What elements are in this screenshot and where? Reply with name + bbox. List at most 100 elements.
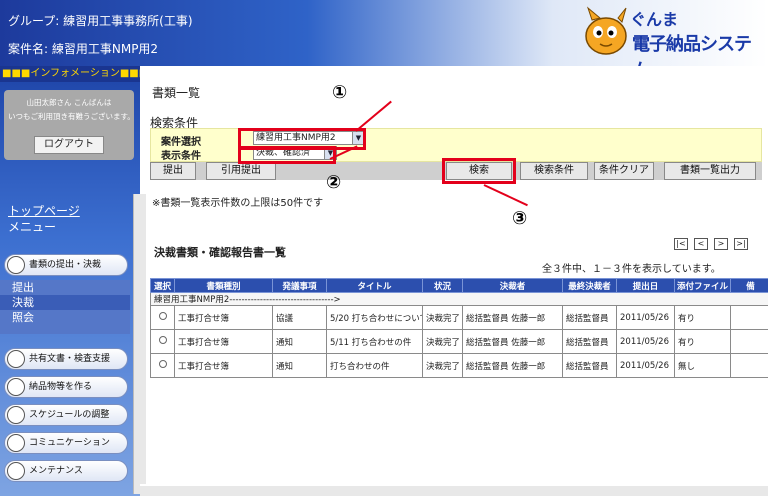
cell-status: 決裁完了 [422, 353, 463, 378]
cell-note [730, 329, 768, 354]
cell-date: 2011/05/26 [616, 305, 675, 330]
cell-type: 工事打合せ簿 [174, 305, 273, 330]
table-group-row: 練習用工事NMP用2------------------------------… [150, 292, 768, 306]
menu-document-submission[interactable]: 書類の提出・決裁 [4, 254, 128, 276]
column-header[interactable]: 備 [730, 278, 768, 293]
menu-maintenance[interactable]: メンテナンス [4, 460, 128, 482]
menu-schedule[interactable]: スケジュールの調整 [4, 404, 128, 426]
cell-status: 決裁完了 [422, 329, 463, 354]
cell-note [730, 353, 768, 378]
submenu-inquiry[interactable]: 照会 [0, 310, 130, 325]
cell-matter: 通知 [272, 329, 327, 354]
information-bar: ■■■インフォメーション■■■ [0, 66, 140, 82]
greeting-text: 山田太郎さん こんばんは いつもご利用頂き有難うございます。 [8, 96, 130, 124]
cell-approver: 総括監督員 佐藤一郎 [462, 305, 563, 330]
callout-line-3 [483, 184, 528, 207]
cell-attach: 有り [674, 329, 731, 354]
menu-communication[interactable]: コミュニケーション [4, 432, 128, 454]
column-header[interactable]: 発議事項 [272, 278, 327, 293]
menu-label: 共有文書・検査支援 [29, 354, 111, 364]
last-page-button[interactable]: >| [734, 238, 748, 250]
user-info-box: 山田太郎さん こんばんは いつもご利用頂き有難うございます。 ログアウト [4, 90, 134, 160]
logo-text-top: ぐんま [630, 10, 679, 29]
cell-status: 決裁完了 [422, 305, 463, 330]
list-title: 決裁書類・確認報告書一覧 [154, 246, 286, 259]
group-label: グループ: 練習用工事事務所(工事) [8, 14, 193, 28]
greeting-line-2: いつもご利用頂き有難うございます。 [8, 112, 130, 121]
search-conditions-button[interactable]: 検索条件 [520, 162, 588, 180]
title-text[interactable]: 打ち合わせの件 [330, 362, 390, 372]
column-header[interactable]: 提出日 [616, 278, 675, 293]
title-text[interactable]: 5/20 打ち合わせについて [330, 314, 422, 324]
cell-date: 2011/05/26 [616, 353, 675, 378]
menu-label: 納品物等を作る [29, 382, 93, 392]
cell-final: 総括監督員 [562, 353, 617, 378]
cell-attach: 有り [674, 305, 731, 330]
table-row[interactable]: 工事打合せ簿 通知 打ち合わせの件 決裁完了 総括監督員 佐藤一郎 総括監督員 … [150, 353, 768, 378]
prev-page-button[interactable]: < [694, 238, 708, 250]
column-header[interactable]: タイトル [326, 278, 423, 293]
column-header[interactable]: 最終決裁者 [562, 278, 617, 293]
mascot-icon [585, 6, 627, 55]
header-banner: グループ: 練習用工事事務所(工事) 案件名: 練習用工事NMP用2 ぐんま 電… [0, 0, 768, 81]
table-header-row: 選択 書類種別 発議事項 タイトル 状況 決裁者 最終決裁者 提出日 添付ファイ… [150, 278, 768, 293]
clear-conditions-button[interactable]: 条件クリア [594, 162, 654, 180]
cell-title[interactable]: 5/20 打ち合わせについて [326, 305, 423, 330]
system-logo: ぐんま 電子納品システム [580, 4, 766, 81]
cell-approver: 総括監督員 佐藤一郎 [462, 353, 563, 378]
table-row[interactable]: 工事打合せ簿 通知 5/11 打ち合わせの件 決裁完了 総括監督員 佐藤一郎 総… [150, 329, 768, 354]
title-text[interactable]: 5/11 打ち合わせの件 [330, 338, 411, 348]
submenu: 提出 決裁 照会 [0, 280, 130, 334]
next-page-button[interactable]: > [714, 238, 728, 250]
cell-type: 工事打合せ簿 [174, 329, 273, 354]
cell-matter: 協議 [272, 305, 327, 330]
document-table: 選択 書類種別 発議事項 タイトル 状況 決裁者 最終決裁者 提出日 添付ファイ… [150, 278, 768, 378]
column-header[interactable]: 書類種別 [174, 278, 273, 293]
logout-button[interactable]: ログアウト [34, 136, 104, 154]
cell-matter: 通知 [272, 353, 327, 378]
cell-note [730, 305, 768, 330]
cell-date: 2011/05/26 [616, 329, 675, 354]
app-window: グループ: 練習用工事事務所(工事) 案件名: 練習用工事NMP用2 ぐんま 電… [0, 0, 768, 496]
callout-3: ③ [512, 208, 528, 229]
submenu-approve[interactable]: 決裁 [0, 295, 130, 310]
row-radio[interactable] [158, 336, 167, 344]
submenu-submit[interactable]: 提出 [0, 280, 130, 295]
top-page-link[interactable]: トップページ [8, 202, 80, 219]
cell-attach: 無し [674, 353, 731, 378]
group-row-label: 練習用工事NMP用2------------------------------… [150, 292, 768, 306]
submit-button[interactable]: 提出 [150, 162, 196, 180]
first-page-button[interactable]: |< [674, 238, 688, 250]
table-row[interactable]: 工事打合せ簿 協議 5/20 打ち合わせについて 決裁完了 総括監督員 佐藤一郎… [150, 305, 768, 330]
list-limit-note: ※書類一覧表示件数の上限は50件です [152, 198, 324, 209]
menu-label: メンテナンス [29, 466, 83, 476]
row-select-cell[interactable] [150, 305, 175, 330]
cell-title[interactable]: 打ち合わせの件 [326, 353, 423, 378]
main-scrollbar[interactable] [140, 194, 146, 484]
calendar-icon [7, 406, 25, 424]
cell-title[interactable]: 5/11 打ち合わせの件 [326, 329, 423, 354]
row-radio[interactable] [158, 360, 167, 368]
menu-label: コミュニケーション [29, 438, 110, 448]
folder-icon [7, 378, 25, 396]
document-icon [7, 256, 25, 274]
column-header[interactable]: 状況 [422, 278, 463, 293]
project-select-label: 案件選択 [161, 137, 201, 148]
mail-icon [7, 434, 25, 452]
row-radio[interactable] [158, 312, 167, 320]
menu-shared-docs[interactable]: 共有文書・検査支援 [4, 348, 128, 370]
export-list-button[interactable]: 書類一覧出力 [664, 162, 756, 180]
callout-2: ② [326, 172, 342, 193]
project-label: 案件名: 練習用工事NMP用2 [8, 42, 159, 56]
column-header[interactable]: 選択 [150, 278, 175, 293]
reuse-submit-button[interactable]: 引用提出 [206, 162, 276, 180]
cell-type: 工事打合せ簿 [174, 353, 273, 378]
sidebar-scrollbar[interactable] [133, 194, 140, 494]
column-header[interactable]: 決裁者 [462, 278, 563, 293]
document-icon [7, 350, 25, 368]
horizontal-scrollbar[interactable] [140, 486, 768, 496]
row-select-cell[interactable] [150, 329, 175, 354]
menu-create-deliverables[interactable]: 納品物等を作る [4, 376, 128, 398]
row-select-cell[interactable] [150, 353, 175, 378]
column-header[interactable]: 添付ファイル [674, 278, 731, 293]
